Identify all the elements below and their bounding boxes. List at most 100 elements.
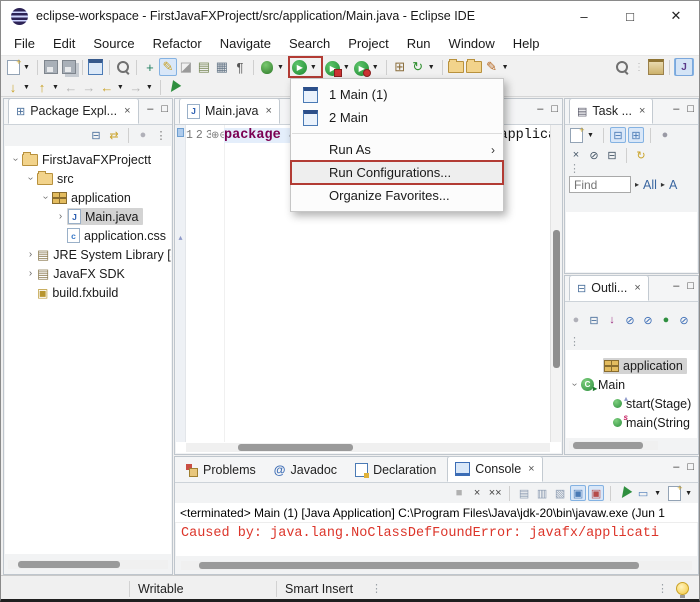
- open-file-icon[interactable]: [447, 58, 465, 76]
- prev-annotation-icon-caret[interactable]: ▼: [52, 84, 59, 91]
- tree-item[interactable]: ›C▸Main: [566, 375, 697, 394]
- menu-item-1-main-1[interactable]: 1 Main (1): [291, 83, 503, 106]
- import-icon[interactable]: [465, 58, 483, 76]
- coverage-icon[interactable]: ▶: [324, 58, 342, 76]
- type-hierarchy-icon[interactable]: ▦: [213, 58, 231, 76]
- tab-package-explorer[interactable]: ⊞ Package Expl...×: [8, 98, 139, 124]
- close-icon[interactable]: ×: [124, 105, 130, 117]
- menu-item-organize-favorites[interactable]: Organize Favorites...: [291, 184, 503, 207]
- tab-task-list[interactable]: ▤ Task ...×: [569, 98, 653, 124]
- tab-outline[interactable]: ⊟ Outli...×: [569, 275, 649, 301]
- task-window-icon[interactable]: [87, 58, 105, 76]
- annotate-icon[interactable]: ✎: [483, 58, 501, 76]
- find-scope-arrow-icon[interactable]: ▸: [635, 180, 639, 189]
- expander-icon[interactable]: ›: [569, 378, 580, 391]
- console-output[interactable]: Caused by: java.lang.NoClassDefFoundErro…: [176, 523, 697, 556]
- scroll-lock-icon[interactable]: ▥: [534, 485, 550, 501]
- tree-item[interactable]: ›FirstJavaFXProjectt: [5, 150, 171, 169]
- new-task-icon-caret[interactable]: ▼: [587, 132, 594, 139]
- view-menu-icon[interactable]: ⋮: [153, 127, 169, 143]
- tab-console[interactable]: Console×: [447, 456, 542, 482]
- next-annotation-icon[interactable]: ↓: [4, 78, 22, 96]
- expander-icon[interactable]: ›: [25, 172, 36, 185]
- menu-item-run-configurations[interactable]: Run Configurations...: [291, 161, 503, 184]
- tree-item[interactable]: ›src: [5, 169, 171, 188]
- new-java-project-icon[interactable]: ⊞: [391, 58, 409, 76]
- new-wizard-icon-caret[interactable]: ▼: [23, 64, 30, 71]
- java-perspective-icon[interactable]: J: [674, 58, 694, 76]
- collapse-all-icon[interactable]: ⊟: [88, 127, 104, 143]
- scheduled-view-icon[interactable]: ⊞: [628, 127, 644, 143]
- categorized-view-icon[interactable]: ⊟: [610, 127, 626, 143]
- menu-run[interactable]: Run: [398, 34, 440, 53]
- show-stdout-icon[interactable]: ▣: [570, 485, 586, 501]
- external-tools-icon[interactable]: ↻: [409, 58, 427, 76]
- package-explorer-hscrollbar[interactable]: [8, 560, 168, 569]
- forward-arrow-icon[interactable]: →: [80, 78, 98, 96]
- minimize-view-icon[interactable]: ‒: [673, 280, 679, 292]
- maximize-view-icon[interactable]: □: [551, 103, 558, 115]
- public-only-icon[interactable]: ●: [658, 312, 674, 328]
- back-arrow-icon[interactable]: ←: [62, 78, 80, 96]
- expander-icon[interactable]: ›: [54, 211, 67, 222]
- profile-icon-caret[interactable]: ▼: [372, 64, 379, 71]
- format-brush-icon[interactable]: ✎: [159, 58, 177, 76]
- debug-icon[interactable]: [258, 58, 276, 76]
- minimize-view-icon[interactable]: ‒: [537, 103, 543, 115]
- folding-ruler[interactable]: ⊕⊖: [211, 125, 225, 442]
- collapse-tasks-icon[interactable]: ⊟: [604, 147, 620, 163]
- menu-edit[interactable]: Edit: [44, 34, 84, 53]
- outline-hscrollbar[interactable]: [569, 441, 658, 450]
- menu-search[interactable]: Search: [280, 34, 339, 53]
- open-perspective-icon[interactable]: [647, 58, 665, 76]
- go-forward-icon[interactable]: →: [127, 78, 145, 96]
- maximize-button[interactable]: □: [607, 1, 653, 31]
- menu-refactor[interactable]: Refactor: [144, 34, 211, 53]
- tree-item[interactable]: ›JMain.java: [5, 207, 171, 226]
- maximize-view-icon[interactable]: □: [687, 103, 694, 115]
- expander-icon[interactable]: ›: [10, 153, 21, 166]
- annotate-icon-caret[interactable]: ▼: [502, 64, 509, 71]
- external-tools-icon-caret[interactable]: ▼: [428, 64, 435, 71]
- console-hscrollbar[interactable]: [181, 561, 692, 570]
- new-wizard-icon[interactable]: +: [4, 58, 22, 76]
- focus-tasks-icon[interactable]: ●: [135, 127, 151, 143]
- word-wrap-icon[interactable]: ▧: [552, 485, 568, 501]
- sort-icon[interactable]: ↓: [604, 312, 620, 328]
- editor-vscrollbar[interactable]: [550, 125, 561, 442]
- tips-lightbulb-icon[interactable]: [676, 582, 689, 595]
- tree-item[interactable]: capplication.css: [5, 226, 171, 245]
- tab-javadoc[interactable]: @Javadoc: [267, 458, 344, 482]
- sync-tasks-icon[interactable]: ↻: [633, 147, 649, 163]
- hide-fields-icon[interactable]: ⊘: [622, 312, 638, 328]
- expander-icon[interactable]: ›: [24, 249, 37, 260]
- show-whitespace-icon[interactable]: ¶: [231, 58, 249, 76]
- hide-local-icon[interactable]: ⊘: [676, 312, 692, 328]
- filter-all-link[interactable]: All: [643, 178, 657, 192]
- menu-file[interactable]: File: [5, 34, 44, 53]
- tab-declaration[interactable]: Declaration: [348, 458, 443, 482]
- maximize-view-icon[interactable]: □: [687, 461, 694, 473]
- remove-all-launches-icon[interactable]: ××: [487, 485, 503, 501]
- tree-item[interactable]: ▣build.fxbuild: [5, 283, 171, 302]
- tree-item[interactable]: ›▤JRE System Library [Ja: [5, 245, 171, 264]
- link-editor-icon[interactable]: ⇄: [106, 127, 122, 143]
- new-task-icon[interactable]: +: [568, 127, 584, 143]
- collapse-all-icon[interactable]: ⊟: [586, 312, 602, 328]
- menu-window[interactable]: Window: [440, 34, 504, 53]
- open-console-icon[interactable]: +: [666, 485, 682, 501]
- open-console-icon-caret[interactable]: ▼: [685, 490, 692, 497]
- plugin-icon[interactable]: +: [141, 58, 159, 76]
- menu-item-2-main[interactable]: 2 Main: [291, 106, 503, 129]
- hide-static-icon[interactable]: ⊘: [640, 312, 656, 328]
- quick-access-search-icon[interactable]: [613, 58, 631, 76]
- hide-completed-icon[interactable]: ×: [568, 147, 584, 163]
- close-icon[interactable]: ×: [266, 105, 272, 117]
- go-forward-icon-caret[interactable]: ▼: [146, 84, 153, 91]
- pin-console-icon[interactable]: [617, 485, 633, 501]
- save-icon[interactable]: [42, 58, 60, 76]
- profile-icon[interactable]: ▶: [353, 58, 371, 76]
- menu-navigate[interactable]: Navigate: [211, 34, 280, 53]
- terminate-icon[interactable]: ■: [451, 485, 467, 501]
- expander-icon[interactable]: ›: [24, 268, 37, 279]
